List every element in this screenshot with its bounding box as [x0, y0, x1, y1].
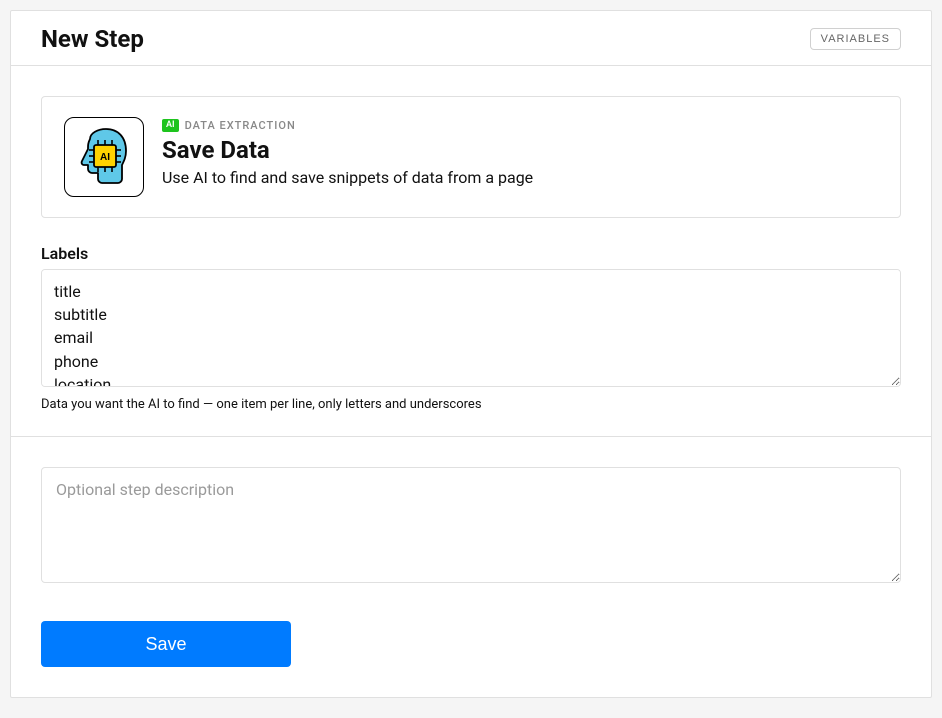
- step-description: Use AI to find and save snippets of data…: [162, 168, 876, 187]
- ai-head-icon: AI: [72, 125, 136, 189]
- save-button[interactable]: Save: [41, 621, 291, 667]
- svg-text:AI: AI: [100, 152, 110, 163]
- labels-helper-text: Data you want the AI to find — one item …: [41, 397, 901, 412]
- step-card-body: AI DATA EXTRACTION Save Data Use AI to f…: [162, 117, 876, 187]
- panel-footer: Save: [11, 436, 931, 697]
- step-icon: AI: [64, 117, 144, 197]
- panel-header: New Step VARIABLES: [11, 11, 931, 66]
- description-textarea[interactable]: [41, 467, 901, 583]
- step-category: DATA EXTRACTION: [185, 119, 296, 132]
- new-step-panel: New Step VARIABLES: [10, 10, 932, 698]
- step-type-card: AI AI DATA EXTRACTION Save Data Use AI t…: [41, 96, 901, 218]
- labels-textarea[interactable]: [41, 269, 901, 387]
- variables-button[interactable]: VARIABLES: [810, 28, 901, 50]
- page-title: New Step: [41, 25, 144, 53]
- step-tag-row: AI DATA EXTRACTION: [162, 119, 876, 132]
- labels-field-label: Labels: [41, 244, 901, 263]
- step-title: Save Data: [162, 136, 876, 164]
- panel-body: AI AI DATA EXTRACTION Save Data Use AI t…: [11, 66, 931, 436]
- ai-badge: AI: [162, 119, 179, 132]
